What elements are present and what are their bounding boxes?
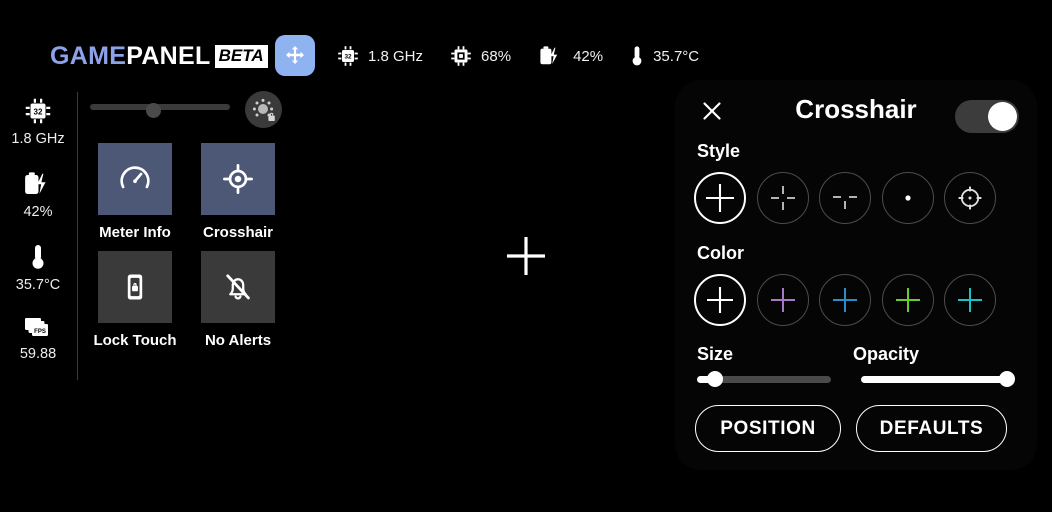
style-option-t-cross[interactable] [819,172,871,224]
speedometer-icon [120,166,150,189]
style-option-dot[interactable] [881,172,934,224]
color-option-blue[interactable] [819,274,871,326]
size-label: Size [697,344,734,364]
cross-swatch-icon [770,288,795,312]
gapped-cross-icon [770,186,795,210]
scope-reticle-icon [958,186,982,210]
crosshair-overlay-preview[interactable] [503,233,549,279]
tile-meter-info-box[interactable] [98,143,172,215]
rail-item-cpu: 32 1.8 GHz [11,96,65,147]
color-options-row [694,274,996,326]
brand-game-text: GAME [50,42,127,70]
svg-text:FPS: FPS [34,329,46,335]
rail-item-fps: FPS 59.88 [20,315,56,362]
thermometer-icon [632,46,642,66]
svg-text:32: 32 [34,107,43,116]
rail-item-temperature: 35.7°C [15,242,61,293]
rail-item-battery: 42% [21,169,55,220]
tile-crosshair-box[interactable] [201,143,275,215]
rail-value-battery: 42% [23,204,53,220]
tile-label: Lock Touch [93,332,177,349]
tiles-row-1: Meter Info Crosshair [98,143,288,241]
plain-cross-icon [706,184,734,212]
dot-icon [904,195,911,201]
color-section-label: Color [697,243,744,263]
style-options-row [694,172,996,224]
rail-value-fps: 59.88 [19,346,57,362]
tile-meter-info[interactable]: Meter Info [98,143,172,241]
crosshair-plus-icon [507,237,545,275]
status-value-gpu: 68% [481,47,512,65]
rail-value-cpu: 1.8 GHz [11,131,65,147]
style-option-plain-cross[interactable] [694,172,746,224]
gpu-chip-icon [451,46,471,66]
tile-lock-touch-box[interactable] [98,251,172,323]
crosshair-settings-panel: Crosshair Style Color Size Opacity POSIT… [675,80,1037,470]
battery-charging-icon [540,46,558,65]
size-slider-knob[interactable] [707,371,723,387]
opacity-slider-knob[interactable] [999,371,1015,387]
game-panel-overlay: GAME PANEL BETA 32 1.8 GHz 68% 42% 35.7°… [0,0,1052,512]
tile-label: Meter Info [99,224,171,241]
brand-beta-badge: BETA [214,45,268,68]
rail-divider [77,92,78,380]
defaults-button[interactable]: DEFAULTS [856,405,1007,452]
tile-crosshair[interactable]: Crosshair [201,143,275,241]
tile-lock-touch[interactable]: Lock Touch [93,251,177,349]
status-value-cpu: 1.8 GHz [368,47,424,65]
brightness-slider-knob[interactable] [146,103,161,118]
metrics-rail: 32 1.8 GHz 42% 35.7°C FPS 59.88 [0,96,76,384]
brightness-lock-icon [252,98,275,121]
toggle-knob [988,102,1017,131]
quick-tiles-grid: Meter Info Crosshair Lock Touch No Alert… [93,143,288,359]
rail-value-temperature: 35.7°C [15,277,61,293]
style-option-scope-reticle[interactable] [944,172,996,224]
cpu-chip-icon: 32 [25,98,51,124]
t-cross-icon [833,196,857,209]
brand-panel-text: PANEL [126,42,211,70]
cross-swatch-icon [958,288,982,312]
style-section-label: Style [697,141,741,161]
color-option-white[interactable] [694,274,746,326]
tile-no-alerts[interactable]: No Alerts [201,251,275,349]
tile-label: Crosshair [202,224,274,241]
bell-off-icon [226,274,250,300]
battery-charging-icon [25,172,46,194]
tiles-row-2: Lock Touch No Alerts [93,251,288,349]
position-button[interactable]: POSITION [695,405,841,452]
status-item-temperature: 35.7°C [629,44,699,68]
cross-swatch-icon [833,288,857,312]
status-value-temperature: 35.7°C [653,47,700,65]
brightness-lock-button[interactable] [245,91,282,128]
cpu-chip-icon: 32 [338,46,358,66]
cross-swatch-icon [707,287,733,313]
tile-no-alerts-box[interactable] [201,251,275,323]
status-item-gpu: 68% [449,44,511,68]
status-metrics-bar: 32 1.8 GHz 68% 42% 35.7°C [336,42,725,70]
status-item-battery: 42% [537,44,603,68]
color-option-cyan[interactable] [944,274,996,326]
cross-swatch-icon [895,288,920,312]
color-option-green[interactable] [881,274,934,326]
thermometer-icon [32,245,44,269]
phone-lock-icon [127,274,143,300]
tile-label: No Alerts [204,332,272,349]
opacity-label: Opacity [853,344,920,364]
panel-header: Crosshair [675,80,1037,142]
opacity-slider-track[interactable] [861,376,1007,383]
fps-frames-icon: FPS [24,318,48,336]
crosshair-target-icon [223,164,253,194]
style-option-gapped-cross[interactable] [756,172,809,224]
color-option-purple[interactable] [756,274,809,326]
svg-text:32: 32 [344,54,352,61]
app-brand: GAME PANEL BETA [50,42,268,71]
move-panel-button[interactable] [275,35,315,76]
crosshair-enable-toggle[interactable] [955,100,1019,133]
move-arrows-icon [286,45,304,64]
status-item-cpu: 32 1.8 GHz [336,44,423,68]
status-value-battery: 42% [573,47,604,65]
